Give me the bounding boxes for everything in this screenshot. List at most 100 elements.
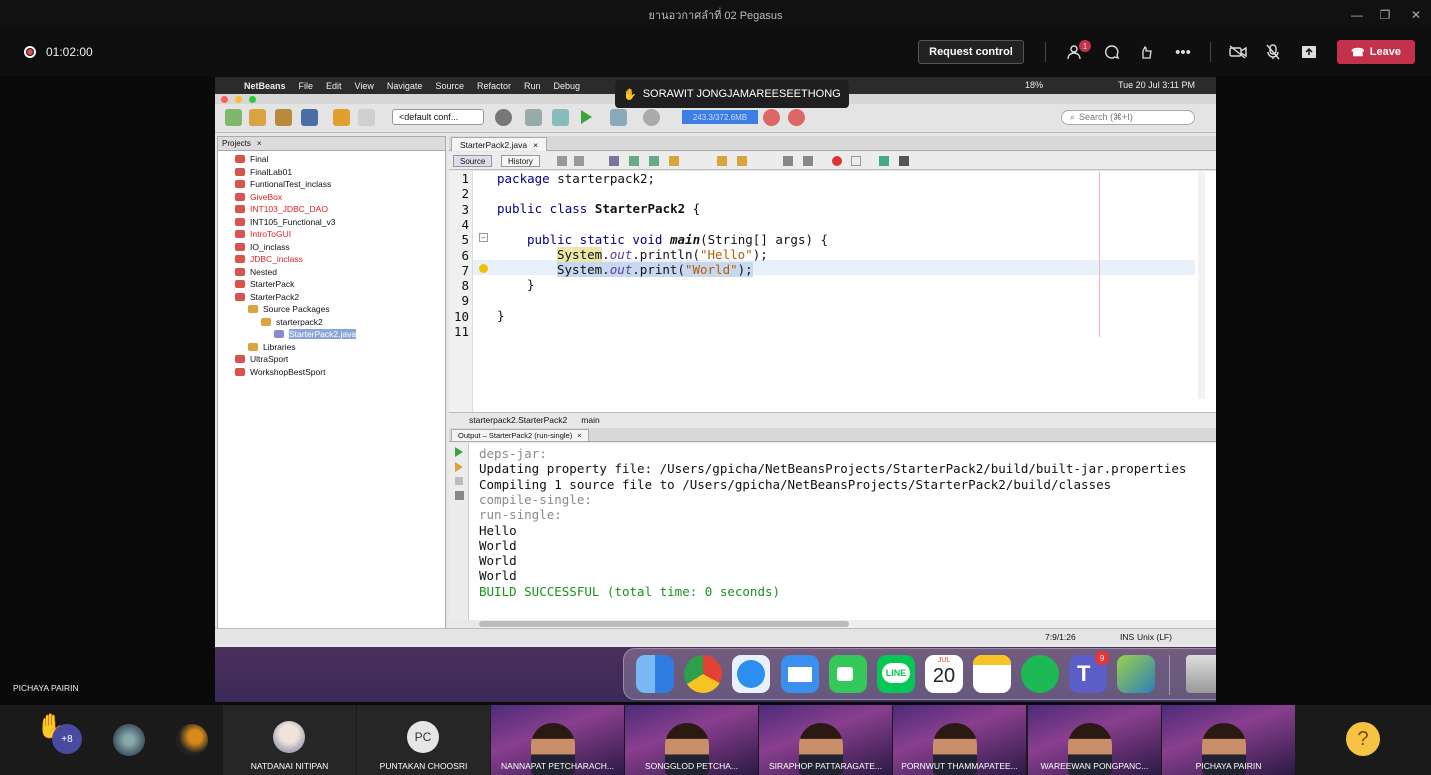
rerun-params-icon[interactable] xyxy=(455,462,463,472)
find-icon[interactable] xyxy=(609,156,619,166)
project-tree-item[interactable]: StarterPack2.java xyxy=(274,328,357,341)
request-control-button[interactable]: Request control xyxy=(918,40,1024,64)
participant-tile[interactable]: WAREEWAN PONGPANC... xyxy=(1028,705,1161,775)
project-tree-item[interactable]: UltraSport xyxy=(235,353,288,366)
gc-icon[interactable] xyxy=(763,109,780,126)
menu-refactor[interactable]: Refactor xyxy=(477,81,511,91)
project-tree-item[interactable]: Final xyxy=(235,153,268,166)
open-project-icon[interactable] xyxy=(275,109,292,126)
close-icon[interactable]: ✕ xyxy=(1396,0,1431,30)
chrome-icon[interactable] xyxy=(684,655,722,693)
project-tree-item[interactable]: INT105_Functional_v3 xyxy=(235,216,336,229)
participant-tile[interactable]: PC PUNTAKAN CHOOSRI xyxy=(357,705,490,775)
record-macro-icon[interactable] xyxy=(832,156,842,166)
menu-navigate[interactable]: Navigate xyxy=(387,81,423,91)
new-project-icon[interactable] xyxy=(249,109,266,126)
more-participants-badge[interactable]: +8 xyxy=(52,724,82,754)
project-tree-item[interactable]: Source Packages xyxy=(248,303,330,316)
project-tree-item[interactable]: GiveBox xyxy=(235,191,282,204)
close-tab-icon[interactable]: × xyxy=(257,139,262,148)
debug-icon[interactable] xyxy=(610,109,627,126)
find-next-icon[interactable] xyxy=(649,156,659,166)
calendar-icon[interactable]: JUL 20 xyxy=(925,655,963,693)
project-tree-item[interactable]: IO_inclass xyxy=(235,241,290,254)
menu-edit[interactable]: Edit xyxy=(326,81,342,91)
project-tree-item[interactable]: Nested xyxy=(235,266,277,279)
chat-icon[interactable] xyxy=(1099,40,1125,64)
zoom-window-icon[interactable] xyxy=(249,96,256,103)
finder-icon[interactable] xyxy=(636,655,674,693)
menu-run[interactable]: Run xyxy=(524,81,541,91)
menu-source[interactable]: Source xyxy=(435,81,464,91)
reactions-icon[interactable] xyxy=(1134,40,1160,64)
spotify-icon[interactable] xyxy=(1021,655,1059,693)
participant-avatar[interactable] xyxy=(113,724,145,756)
share-screen-icon[interactable] xyxy=(1296,40,1322,64)
editor-scrollbar[interactable] xyxy=(1198,171,1205,399)
menu-file[interactable]: File xyxy=(299,81,314,91)
notes-icon[interactable] xyxy=(973,655,1011,693)
breadcrumb-method[interactable]: main xyxy=(581,415,599,425)
config-select[interactable]: <default conf... xyxy=(392,109,484,125)
camera-off-icon[interactable] xyxy=(1225,40,1251,64)
settings-icon[interactable] xyxy=(455,491,464,500)
shift-left-icon[interactable] xyxy=(783,156,793,166)
participant-tile[interactable]: NANNAPAT PETCHARACH... xyxy=(491,705,624,775)
participant-tile[interactable]: NATDANAI NITIPAN xyxy=(223,705,356,775)
projects-tab[interactable]: Projects × xyxy=(218,137,445,151)
project-tree-item[interactable]: JDBC_inclass xyxy=(235,253,303,266)
run-icon[interactable] xyxy=(581,110,592,124)
minimize-window-icon[interactable] xyxy=(235,96,242,103)
diff-icon[interactable] xyxy=(879,156,889,166)
clean-build-icon[interactable] xyxy=(552,109,569,126)
history-button[interactable]: History xyxy=(501,155,540,167)
hint-bulb-icon[interactable] xyxy=(479,264,488,273)
output-hscrollbar[interactable] xyxy=(479,620,1216,628)
source-button[interactable]: Source xyxy=(453,155,493,167)
participants-icon[interactable]: 1 xyxy=(1063,40,1091,64)
toggle-highlight-icon[interactable] xyxy=(669,156,679,166)
stop-macro-icon[interactable] xyxy=(851,156,861,166)
close-tab-icon[interactable]: × xyxy=(533,140,538,150)
project-tree-item[interactable]: IntroToGUI xyxy=(235,228,291,241)
participant-tile[interactable]: SONGGLOD PETCHA... xyxy=(625,705,758,775)
back-icon[interactable] xyxy=(557,156,567,166)
fold-icon[interactable]: – xyxy=(479,233,488,242)
facetime-icon[interactable] xyxy=(829,655,867,693)
participant-tile[interactable]: SIRAPHOP PATTARAGATE... xyxy=(759,705,892,775)
tab-output[interactable]: Output – StarterPack2 (run-single) × xyxy=(451,429,589,442)
forward-icon[interactable] xyxy=(574,156,584,166)
mail-icon[interactable] xyxy=(781,655,819,693)
menu-view[interactable]: View xyxy=(355,81,374,91)
shift-right-icon[interactable] xyxy=(803,156,813,166)
ide-search-input[interactable]: ⌕ Search (⌘+I) xyxy=(1061,110,1195,125)
trash-icon[interactable] xyxy=(1186,655,1216,693)
find-prev-icon[interactable] xyxy=(629,156,639,166)
memory-meter[interactable]: 243.3/372.6MB xyxy=(682,110,758,124)
build-icon[interactable] xyxy=(525,109,542,126)
more-options-icon[interactable]: ••• xyxy=(1170,40,1196,64)
bookmark-next-icon[interactable] xyxy=(737,156,747,166)
project-tree-item[interactable]: StarterPack2 xyxy=(235,291,299,304)
leave-button[interactable]: ☎ Leave xyxy=(1337,40,1415,64)
mic-off-icon[interactable] xyxy=(1260,40,1286,64)
new-file-icon[interactable] xyxy=(225,109,242,126)
undo-icon[interactable] xyxy=(333,109,350,126)
project-tree-item[interactable]: FuntionalTest_inclass xyxy=(235,178,331,191)
safari-icon[interactable] xyxy=(732,655,770,693)
code-editor[interactable]: 1 2 3 4 5 6 7 8 9 10 11 – package starterpack2; pu… xyxy=(449,171,1216,412)
gc-alt-icon[interactable] xyxy=(788,109,805,126)
close-tab-icon[interactable]: × xyxy=(577,431,581,440)
rerun-icon[interactable] xyxy=(455,447,463,457)
menu-app-name[interactable]: NetBeans xyxy=(244,81,286,91)
globe-icon[interactable] xyxy=(495,109,512,126)
project-tree-item[interactable]: INT103_JDBC_DAO xyxy=(235,203,328,216)
chart-icon[interactable] xyxy=(899,156,909,166)
project-tree-item[interactable]: starterpack2 xyxy=(261,316,323,329)
stop-icon[interactable] xyxy=(455,477,463,485)
close-window-icon[interactable] xyxy=(221,96,228,103)
bookmark-prev-icon[interactable] xyxy=(717,156,727,166)
project-tree-item[interactable]: WorkshopBestSport xyxy=(235,366,325,379)
redo-icon[interactable] xyxy=(358,109,375,126)
participant-tile[interactable]: PORNWUT THAMMAPATEE... xyxy=(893,705,1026,775)
